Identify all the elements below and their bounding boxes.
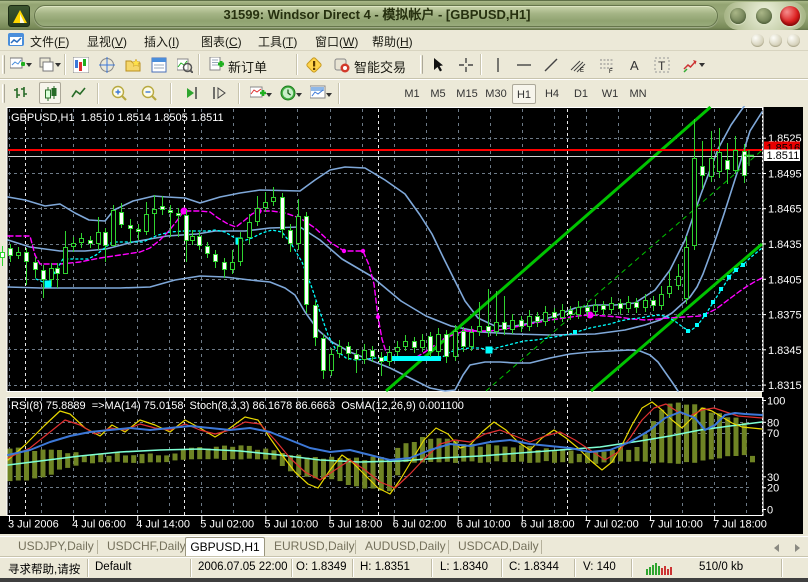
svg-text:E: E	[580, 68, 584, 73]
svg-text:4 Jul 14:00: 4 Jul 14:00	[136, 519, 190, 531]
svg-text:6 Jul 02:00: 6 Jul 02:00	[393, 519, 447, 531]
svg-text:1.8315: 1.8315	[768, 380, 802, 392]
svg-text:100: 100	[767, 396, 785, 408]
svg-text:6 Jul 10:00: 6 Jul 10:00	[457, 519, 511, 531]
svg-text:RSI(8) 75.8889 =>MA(14) 75.01: RSI(8) 75.8889 =>MA(14) 75.0158 Stoch(8,…	[11, 400, 464, 412]
svg-text:3 Jul 2006: 3 Jul 2006	[8, 519, 59, 531]
svg-text:7 Jul 10:00: 7 Jul 10:00	[649, 519, 703, 531]
svg-text:1.8345: 1.8345	[768, 345, 802, 357]
svg-text:A: A	[630, 58, 639, 73]
svg-text:4 Jul 06:00: 4 Jul 06:00	[72, 519, 126, 531]
svg-text:5 Jul 18:00: 5 Jul 18:00	[329, 519, 383, 531]
svg-text:0: 0	[767, 505, 773, 517]
svg-text:5 Jul 10:00: 5 Jul 10:00	[264, 519, 318, 531]
svg-text:1.8405: 1.8405	[768, 274, 802, 286]
svg-text:1.8511: 1.8511	[767, 150, 800, 162]
svg-text:7 Jul 18:00: 7 Jul 18:00	[713, 519, 767, 531]
svg-text:20: 20	[767, 483, 779, 495]
svg-text:5 Jul 02:00: 5 Jul 02:00	[200, 519, 254, 531]
svg-text:1.8375: 1.8375	[768, 310, 802, 322]
svg-text:F: F	[609, 69, 613, 73]
svg-text:1.8465: 1.8465	[768, 204, 802, 216]
svg-text:1.8495: 1.8495	[768, 169, 802, 181]
svg-text:70: 70	[767, 428, 779, 440]
svg-text:GBPUSD,H1 1.8510 1.8514 1.850: GBPUSD,H1 1.8510 1.8514 1.8505 1.8511	[11, 112, 224, 124]
svg-text:T: T	[658, 59, 666, 73]
svg-text:6 Jul 18:00: 6 Jul 18:00	[521, 519, 575, 531]
svg-text:7 Jul 02:00: 7 Jul 02:00	[585, 519, 639, 531]
svg-text:1.8435: 1.8435	[768, 239, 802, 251]
